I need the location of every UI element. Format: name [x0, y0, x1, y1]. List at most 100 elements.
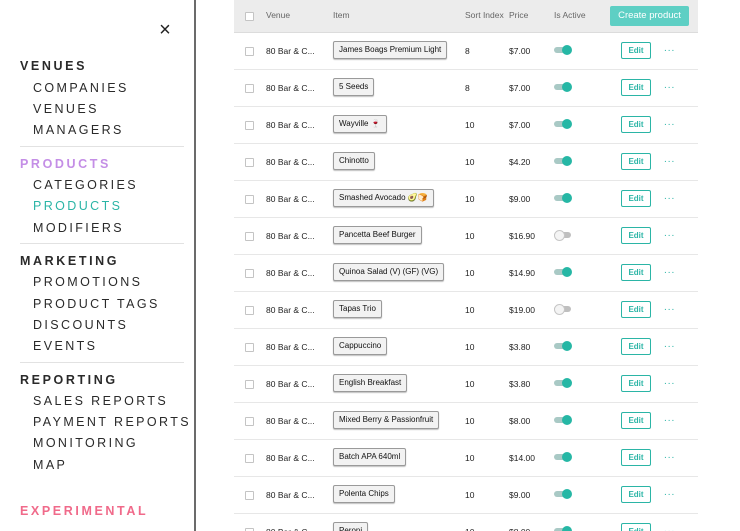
active-toggle[interactable] — [554, 193, 572, 203]
item-name-button[interactable]: Chinotto — [333, 152, 375, 170]
more-options-icon[interactable]: ... — [664, 117, 675, 128]
table-row: 80 Bar & C... Polenta Chips 10 $9.00 Edit... — [234, 477, 698, 514]
item-name-button[interactable]: Smashed Avocado 🥑🍞 — [333, 189, 434, 207]
sidebar-item-product-tags[interactable]: PRODUCT TAGS — [33, 297, 160, 311]
header-is-active[interactable]: Is Active — [554, 10, 586, 20]
close-icon[interactable]: × — [156, 20, 174, 40]
row-checkbox[interactable] — [245, 47, 254, 56]
active-toggle[interactable] — [554, 156, 572, 166]
row-checkbox[interactable] — [245, 232, 254, 241]
active-toggle[interactable] — [554, 267, 572, 277]
sidebar-item-sales-reports[interactable]: SALES REPORTS — [33, 394, 168, 408]
more-options-icon[interactable]: ... — [664, 228, 675, 239]
row-checkbox[interactable] — [245, 269, 254, 278]
active-toggle[interactable] — [554, 341, 572, 351]
edit-button[interactable]: Edit — [621, 301, 651, 318]
more-options-icon[interactable]: ... — [664, 524, 675, 531]
more-options-icon[interactable]: ... — [664, 154, 675, 165]
row-checkbox[interactable] — [245, 121, 254, 130]
header-item[interactable]: Item — [333, 10, 350, 20]
row-checkbox[interactable] — [245, 306, 254, 315]
edit-button[interactable]: Edit — [621, 338, 651, 355]
edit-button[interactable]: Edit — [621, 264, 651, 281]
item-name-button[interactable]: Batch APA 640ml — [333, 448, 407, 466]
edit-button[interactable]: Edit — [621, 227, 651, 244]
edit-button[interactable]: Edit — [621, 116, 651, 133]
more-options-icon[interactable]: ... — [664, 339, 675, 350]
sidebar-item-managers[interactable]: MANAGERS — [33, 123, 124, 137]
row-checkbox[interactable] — [245, 380, 254, 389]
sidebar-item-modifiers[interactable]: MODIFIERS — [33, 221, 124, 235]
venue-cell: 80 Bar & C... — [266, 120, 315, 130]
edit-button[interactable]: Edit — [621, 190, 651, 207]
item-name-button[interactable]: English Breakfast — [333, 374, 408, 392]
active-toggle[interactable] — [554, 415, 572, 425]
row-checkbox[interactable] — [245, 491, 254, 500]
item-name-button[interactable]: Polenta Chips — [333, 485, 395, 503]
row-checkbox[interactable] — [245, 195, 254, 204]
sidebar-item-discounts[interactable]: DISCOUNTS — [33, 318, 128, 332]
item-name-button[interactable]: Wayville 🍷 — [333, 115, 387, 133]
more-options-icon[interactable]: ... — [664, 302, 675, 313]
sidebar-item-payment-reports[interactable]: PAYMENT REPORTS — [33, 415, 191, 429]
active-toggle[interactable] — [554, 82, 572, 92]
toggle-knob — [562, 267, 572, 277]
table-row: 80 Bar & C... Wayville 🍷 10 $7.00 Edit... — [234, 107, 698, 144]
row-checkbox[interactable] — [245, 343, 254, 352]
item-name-button[interactable]: 5 Seeds — [333, 78, 375, 96]
edit-button[interactable]: Edit — [621, 153, 651, 170]
more-options-icon[interactable]: ... — [664, 376, 675, 387]
item-name-button[interactable]: Quinoa Salad (V) (GF) (VG) — [333, 263, 445, 281]
sidebar-item-venues[interactable]: VENUES — [33, 102, 99, 116]
sidebar-item-products[interactable]: PRODUCTS — [33, 199, 122, 213]
more-options-icon[interactable]: ... — [664, 450, 675, 461]
active-toggle[interactable] — [554, 452, 572, 462]
active-toggle[interactable] — [554, 378, 572, 388]
header-sort-index[interactable]: Sort Index — [465, 10, 504, 20]
sidebar-item-events[interactable]: EVENTS — [33, 339, 97, 353]
sidebar-item-map[interactable]: MAP — [33, 458, 67, 472]
item-name-button[interactable]: James Boags Premium Light — [333, 41, 448, 59]
edit-button[interactable]: Edit — [621, 412, 651, 429]
edit-button[interactable]: Edit — [621, 486, 651, 503]
sidebar-item-companies[interactable]: COMPANIES — [33, 81, 129, 95]
item-name-button[interactable]: Cappuccino — [333, 337, 388, 355]
active-toggle[interactable] — [554, 119, 572, 129]
item-name-button[interactable]: Tapas Trio — [333, 300, 382, 318]
edit-button[interactable]: Edit — [621, 79, 651, 96]
more-options-icon[interactable]: ... — [664, 265, 675, 276]
item-name-button[interactable]: Mixed Berry & Passionfruit — [333, 411, 440, 429]
more-options-icon[interactable]: ... — [664, 191, 675, 202]
row-checkbox[interactable] — [245, 454, 254, 463]
active-toggle[interactable] — [554, 230, 572, 241]
select-all-checkbox[interactable] — [245, 12, 254, 21]
active-toggle[interactable] — [554, 489, 572, 499]
item-name-button[interactable]: Peroni — [333, 522, 369, 531]
more-options-icon[interactable]: ... — [664, 487, 675, 498]
sidebar-item-promotions[interactable]: PROMOTIONS — [33, 275, 142, 289]
more-options-icon[interactable]: ... — [664, 43, 675, 54]
sidebar-item-categories[interactable]: CATEGORIES — [33, 178, 138, 192]
table-row: 80 Bar & C... Peroni 10 $8.00 Edit... — [234, 514, 698, 531]
edit-button[interactable]: Edit — [621, 523, 651, 531]
active-toggle[interactable] — [554, 526, 572, 531]
edit-button[interactable]: Edit — [621, 375, 651, 392]
more-options-icon[interactable]: ... — [664, 80, 675, 91]
active-toggle[interactable] — [554, 45, 572, 55]
active-toggle[interactable] — [554, 304, 572, 315]
price-cell: $16.90 — [509, 231, 535, 241]
sort-index-cell: 10 — [465, 527, 474, 531]
item-name-button[interactable]: Pancetta Beef Burger — [333, 226, 422, 244]
header-venue[interactable]: Venue — [266, 10, 290, 20]
sort-index-cell: 10 — [465, 490, 475, 500]
create-product-button[interactable]: Create product — [610, 6, 689, 26]
venue-cell: 80 Bar & C... — [266, 305, 315, 315]
sidebar-item-monitoring[interactable]: MONITORING — [33, 436, 138, 450]
edit-button[interactable]: Edit — [621, 42, 651, 59]
row-checkbox[interactable] — [245, 417, 254, 426]
row-checkbox[interactable] — [245, 84, 254, 93]
more-options-icon[interactable]: ... — [664, 413, 675, 424]
edit-button[interactable]: Edit — [621, 449, 651, 466]
header-price[interactable]: Price — [509, 10, 528, 20]
row-checkbox[interactable] — [245, 158, 254, 167]
